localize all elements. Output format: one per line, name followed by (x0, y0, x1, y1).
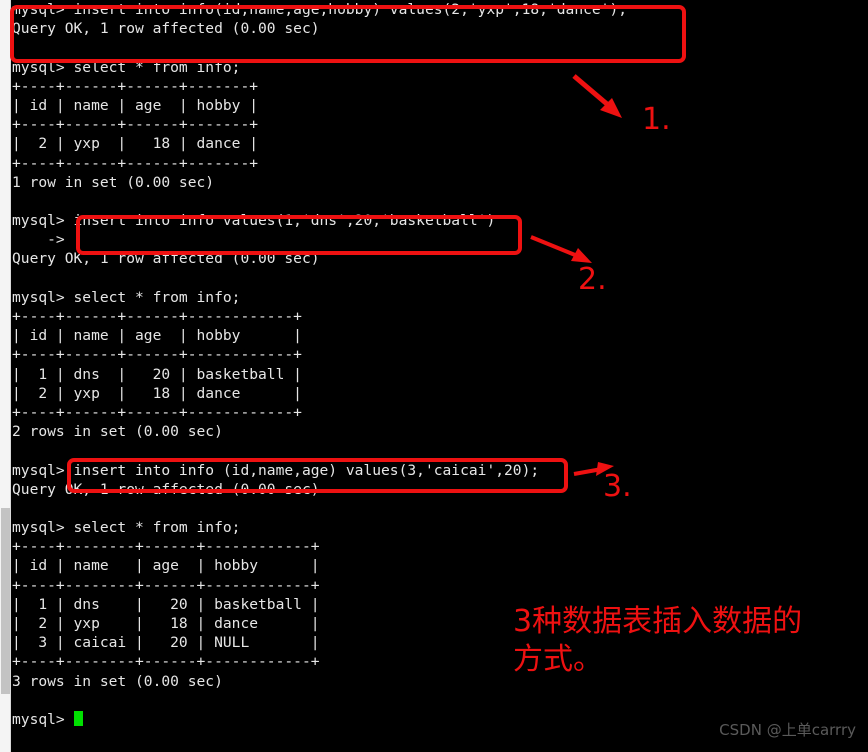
terminal-line: +----+------+------+-------+ (12, 116, 259, 134)
terminal-line: +----+------+------+------------+ (12, 346, 302, 364)
terminal-output[interactable]: mysql> insert into info(id,name,age,hobb… (12, 0, 868, 752)
scrollbar-track[interactable] (0, 0, 11, 752)
terminal-line: | 1 | dns | 20 | basketball | (12, 365, 302, 383)
terminal-line: mysql> select * from info; (12, 58, 241, 76)
terminal-line: | 2 | yxp | 18 | dance | (12, 615, 320, 632)
terminal-line: mysql> (12, 710, 868, 729)
terminal-line: mysql> select * from info; (12, 288, 241, 306)
terminal-line: +----+------+------+-------+ (12, 154, 259, 172)
terminal-line: +----+------+------+-------+ (12, 77, 259, 95)
terminal-line: | 3 | caicai | 20 | NULL | (12, 634, 320, 652)
terminal-line: mysql> insert into info values(1,'dns',2… (12, 212, 496, 230)
terminal-line: | id | name | age | hobby | (12, 96, 259, 114)
terminal-line: +----+------+------+------------+ (12, 403, 302, 421)
terminal-line: | 2 | yxp | 18 | dance | (12, 135, 259, 153)
terminal-line: | 2 | yxp | 18 | dance | (12, 384, 302, 402)
terminal-line: Query OK, 1 row affected (0.00 sec) (12, 480, 320, 498)
terminal-line: 2 rows in set (0.00 sec) (12, 423, 223, 441)
terminal-line: +----+------+------+------------+ (12, 308, 302, 325)
terminal-line: +----+--------+------+------------+ (12, 538, 320, 556)
terminal-cursor (73, 710, 83, 726)
terminal-line: | 1 | dns | 20 | basketball | (12, 595, 320, 613)
terminal-line: mysql> select * from info; (12, 519, 241, 537)
terminal-line: -> ; (12, 231, 83, 249)
terminal-line: Query OK, 1 row affected (0.00 sec) (12, 250, 320, 268)
scrollbar-thumb[interactable] (1, 508, 10, 694)
terminal-screenshot: mysql> insert into info(id,name,age,hobb… (0, 0, 868, 752)
terminal-line: mysql> insert into info(id,name,age,hobb… (12, 1, 628, 18)
terminal-line: +----+--------+------+------------+ (12, 653, 320, 671)
terminal-line: | id | name | age | hobby | (12, 557, 320, 575)
terminal-line: +----+--------+------+------------+ (12, 576, 320, 594)
terminal-line: mysql> insert into info (id,name,age) va… (12, 461, 540, 479)
terminal-line: | id | name | age | hobby | (12, 327, 302, 345)
terminal-line: 3 rows in set (0.00 sec) (12, 672, 223, 690)
terminal-line: Query OK, 1 row affected (0.00 sec) (12, 20, 320, 38)
terminal-line: 1 row in set (0.00 sec) (12, 173, 215, 191)
